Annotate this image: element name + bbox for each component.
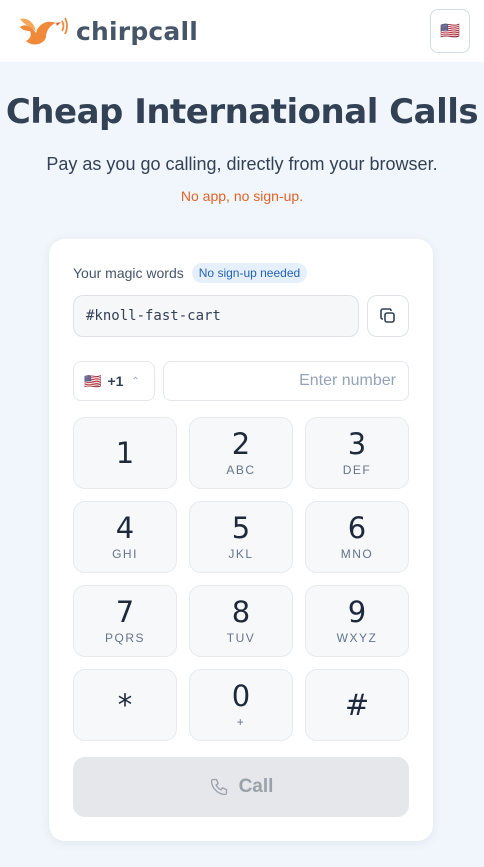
top-header: chirpcall 🇺🇸 [0,0,484,62]
keypad-key[interactable]: 8 TUV [189,585,293,657]
chevron-updown-icon: ⌃ [131,375,140,387]
phone-icon [210,778,227,796]
keypad-key[interactable]: 1 [73,417,177,489]
key-digit: 2 [231,427,251,461]
key-digit: 9 [347,595,367,629]
key-digit: 8 [231,595,251,629]
key-digit: 6 [347,511,367,545]
us-flag-icon: 🇺🇸 [440,23,460,40]
key-digit: 7 [115,595,135,629]
keypad-key[interactable]: 4 GHI [73,501,177,573]
key-letters: DEF [342,463,372,477]
dialer-card: Your magic words No sign-up needed #knol… [49,239,433,841]
key-digit: # [344,688,370,722]
keypad-key[interactable]: 3 DEF [305,417,409,489]
copy-icon [380,308,395,323]
logo-text: chirpcall [76,16,199,46]
magic-words-field[interactable]: #knoll-fast-cart [73,295,359,337]
key-letters: WXYZ [336,631,378,645]
keypad-key[interactable]: 5 JKL [189,501,293,573]
key-letters: JKL [228,547,254,561]
key-letters: TUV [226,631,256,645]
keypad-key[interactable]: * [73,669,177,741]
copy-button[interactable] [367,295,409,337]
keypad-key[interactable]: 6 MNO [305,501,409,573]
key-digit: 0 [231,679,251,713]
us-flag-icon: 🇺🇸 [84,372,102,389]
call-button[interactable]: Call [73,757,409,817]
language-flag-button[interactable]: 🇺🇸 [430,9,470,53]
key-letters: GHI [112,547,138,561]
key-digit: * [117,688,133,722]
keypad-key[interactable]: 0 + [189,669,293,741]
key-digit: 3 [347,427,367,461]
key-letters: ABC [226,463,256,477]
keypad-key[interactable]: # [305,669,409,741]
keypad-key[interactable]: 9 WXYZ [305,585,409,657]
magic-words-label: Your magic words [73,265,184,281]
page-title: Cheap International Calls [5,92,479,132]
country-code-select[interactable]: 🇺🇸 +1 ⌃ [73,361,155,401]
country-code-value: +1 [107,373,124,389]
keypad-key[interactable]: 7 PQRS [73,585,177,657]
key-letters: MNO [340,547,374,561]
call-button-label: Call [238,776,274,797]
key-digit: 5 [231,511,251,545]
bird-icon [20,17,68,45]
key-digit: 1 [115,436,135,470]
key-digit: 4 [115,511,135,545]
keypad-key[interactable]: 2 ABC [189,417,293,489]
hero-note: No app, no sign-up. [180,188,304,204]
magic-words-header: Your magic words No sign-up needed [73,263,308,283]
key-letters: + [236,715,246,729]
brand-logo[interactable]: chirpcall [16,12,198,50]
phone-number-input[interactable] [163,361,409,401]
no-signup-badge: No sign-up needed [191,263,308,283]
page-subtitle: Pay as you go calling, directly from you… [46,154,438,174]
key-letters: PQRS [104,631,145,645]
